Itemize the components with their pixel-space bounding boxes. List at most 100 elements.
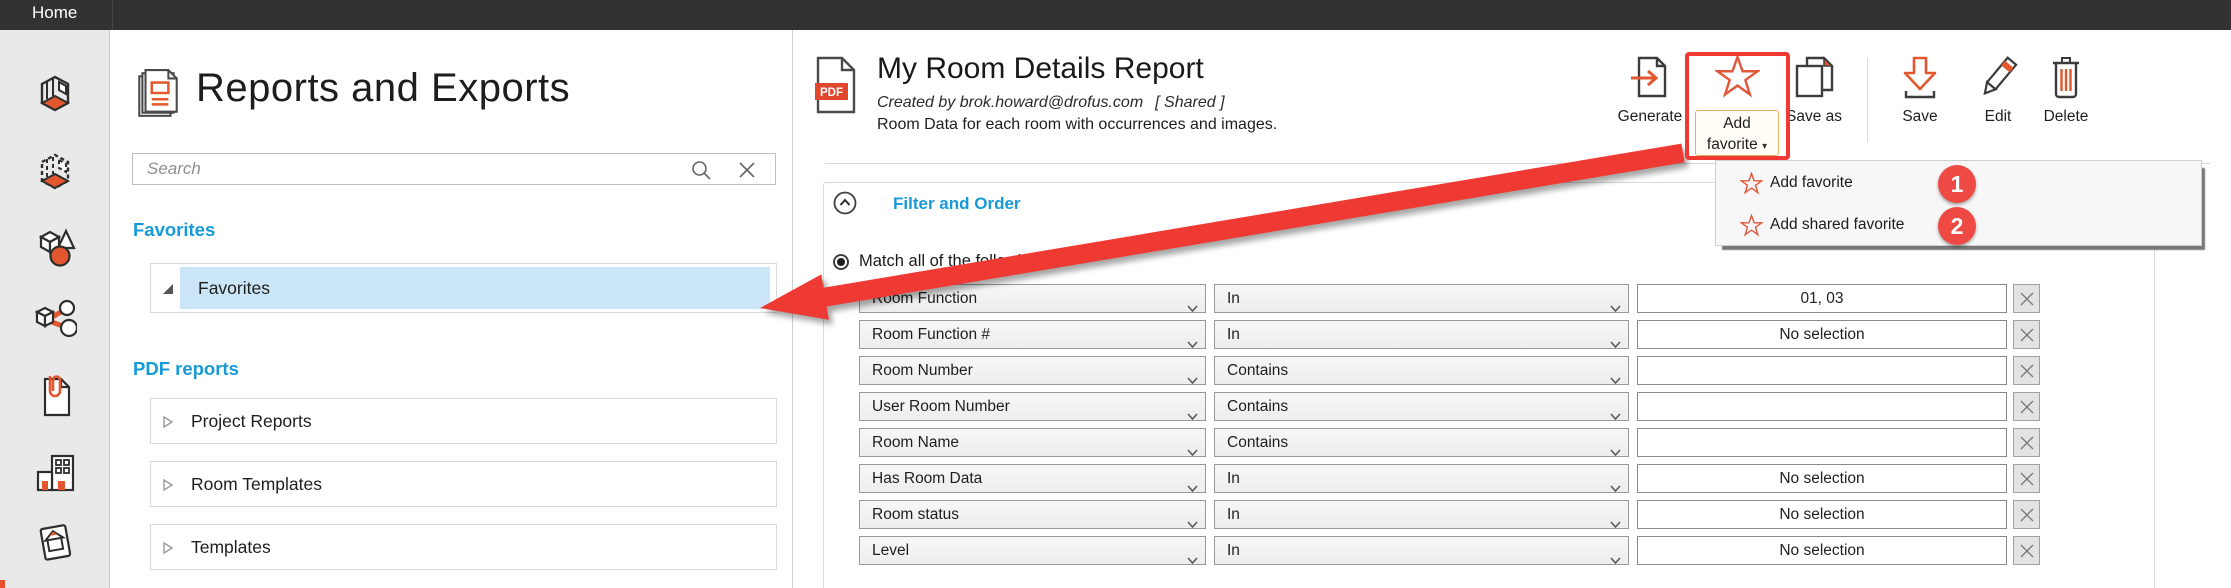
chevron-down-icon	[1610, 403, 1621, 411]
home-tab-label: Home	[32, 3, 77, 22]
expand-arrow-icon[interactable]	[162, 478, 174, 490]
products-icon[interactable]	[33, 519, 77, 563]
topbar-seam	[112, 0, 113, 30]
expand-arrow-icon[interactable]	[162, 415, 174, 427]
field-select[interactable]: Room Number	[859, 356, 1206, 385]
operator-select[interactable]: In	[1214, 284, 1629, 313]
operator-select[interactable]: Contains	[1214, 428, 1629, 457]
star-icon	[1740, 172, 1763, 195]
generate-button[interactable]: Generate	[1608, 54, 1692, 126]
save-button[interactable]: Save	[1885, 54, 1955, 126]
annotation-badge-2: 2	[1938, 207, 1976, 245]
add-favorite-button[interactable]: Add favorite ▾	[1687, 54, 1788, 158]
search-input[interactable]	[133, 154, 775, 184]
delete-trash-icon	[2043, 54, 2089, 102]
filter-row: Has Room Data In No selection	[824, 464, 2154, 493]
pdf-file-icon: PDF	[813, 56, 859, 114]
operator-select[interactable]: In	[1214, 320, 1629, 349]
remove-filter-button[interactable]	[2013, 464, 2040, 493]
tree-item-favorites[interactable]: Favorites	[180, 267, 770, 309]
chevron-down-icon	[1187, 295, 1198, 303]
operator-select[interactable]: Contains	[1214, 356, 1629, 385]
filter-row: Room Function In 01, 03	[824, 284, 2154, 313]
attachments-icon[interactable]	[33, 373, 77, 417]
field-select[interactable]: Room status	[859, 500, 1206, 529]
edit-button[interactable]: Edit	[1963, 54, 2033, 126]
chevron-down-icon	[1187, 367, 1198, 375]
app-window: Home Reports and Exports	[0, 0, 2231, 588]
field-select[interactable]: Room Function #	[859, 320, 1206, 349]
filter-value-field[interactable]: 01, 03	[1637, 284, 2007, 313]
pdf-badge-text: PDF	[820, 87, 843, 99]
field-select[interactable]: Room Function	[859, 284, 1206, 313]
filter-row: Room status In No selection	[824, 500, 2154, 529]
shared-tag: [ Shared ]	[1155, 94, 1224, 111]
remove-filter-button[interactable]	[2013, 500, 2040, 529]
dropdown-caret-icon: ▾	[1762, 141, 1767, 152]
filter-value-field[interactable]	[1637, 392, 2007, 421]
operator-select[interactable]: In	[1214, 536, 1629, 565]
close-icon	[2020, 544, 2034, 558]
remove-filter-button[interactable]	[2013, 284, 2040, 313]
operator-select[interactable]: In	[1214, 464, 1629, 493]
operator-select[interactable]: Contains	[1214, 392, 1629, 421]
delete-label: Delete	[2031, 108, 2101, 126]
operator-select[interactable]: In	[1214, 500, 1629, 529]
tree-item-label: Templates	[191, 537, 271, 558]
edit-label: Edit	[1963, 108, 2033, 126]
section-header-favorites: Favorites	[133, 219, 215, 241]
remove-filter-button[interactable]	[2013, 392, 2040, 421]
chevron-down-icon	[1187, 403, 1198, 411]
page-title: Reports and Exports	[196, 66, 570, 111]
chevron-down-icon	[1610, 295, 1621, 303]
chevron-down-icon	[1610, 367, 1621, 375]
star-icon	[1715, 54, 1760, 99]
expand-arrow-icon[interactable]	[162, 541, 174, 553]
remove-filter-button[interactable]	[2013, 320, 2040, 349]
items-icon[interactable]	[33, 225, 77, 269]
match-all-radio[interactable]	[833, 254, 849, 270]
filter-row: Level In No selection	[824, 536, 2154, 565]
filter-value-field[interactable]: No selection	[1637, 320, 2007, 349]
search-icon[interactable]	[689, 158, 713, 182]
chevron-down-icon	[1187, 511, 1198, 519]
add-favorite-label: Add favorite ▾	[1695, 110, 1779, 156]
rooms-dashed-icon[interactable]	[33, 151, 77, 195]
match-all-label: Match all of the following	[859, 252, 1040, 271]
field-select[interactable]: Room Name	[859, 428, 1206, 457]
top-bar: Home	[0, 0, 2231, 30]
remove-filter-button[interactable]	[2013, 428, 2040, 457]
close-icon	[2020, 508, 2034, 522]
tab-home[interactable]: Home	[0, 0, 112, 33]
field-select[interactable]: User Room Number	[859, 392, 1206, 421]
filter-value-field[interactable]: No selection	[1637, 464, 2007, 493]
tree-item-templates[interactable]: Templates	[150, 524, 777, 570]
distribution-icon[interactable]	[33, 298, 77, 342]
chevron-down-icon	[1610, 511, 1621, 519]
chevron-down-icon	[1610, 439, 1621, 447]
delete-button[interactable]: Delete	[2031, 54, 2101, 126]
generate-label: Generate	[1608, 108, 1692, 126]
close-icon	[2020, 472, 2034, 486]
filter-value-field[interactable]	[1637, 356, 2007, 385]
remove-filter-button[interactable]	[2013, 536, 2040, 565]
rooms-icon[interactable]	[33, 73, 77, 117]
clear-search-icon[interactable]	[735, 158, 759, 182]
close-icon	[2020, 328, 2034, 342]
chevron-down-icon	[1610, 331, 1621, 339]
field-select[interactable]: Level	[859, 536, 1206, 565]
filter-value-field[interactable]: No selection	[1637, 500, 2007, 529]
save-icon	[1897, 54, 1943, 102]
filter-value-field[interactable]: No selection	[1637, 536, 2007, 565]
field-select[interactable]: Has Room Data	[859, 464, 1206, 493]
filter-value-field[interactable]	[1637, 428, 2007, 457]
tree-item-label: Room Templates	[191, 474, 322, 495]
filter-row: Room Function # In No selection	[824, 320, 2154, 349]
collapse-section-icon[interactable]	[833, 191, 857, 215]
remove-filter-button[interactable]	[2013, 356, 2040, 385]
buildings-icon[interactable]	[33, 448, 77, 492]
tree-item-project-reports[interactable]: Project Reports	[150, 398, 777, 444]
collapse-expander-icon[interactable]	[162, 282, 174, 294]
created-by-text: Created by brok.howard@drofus.com	[877, 94, 1143, 111]
tree-item-room-templates[interactable]: Room Templates	[150, 461, 777, 507]
